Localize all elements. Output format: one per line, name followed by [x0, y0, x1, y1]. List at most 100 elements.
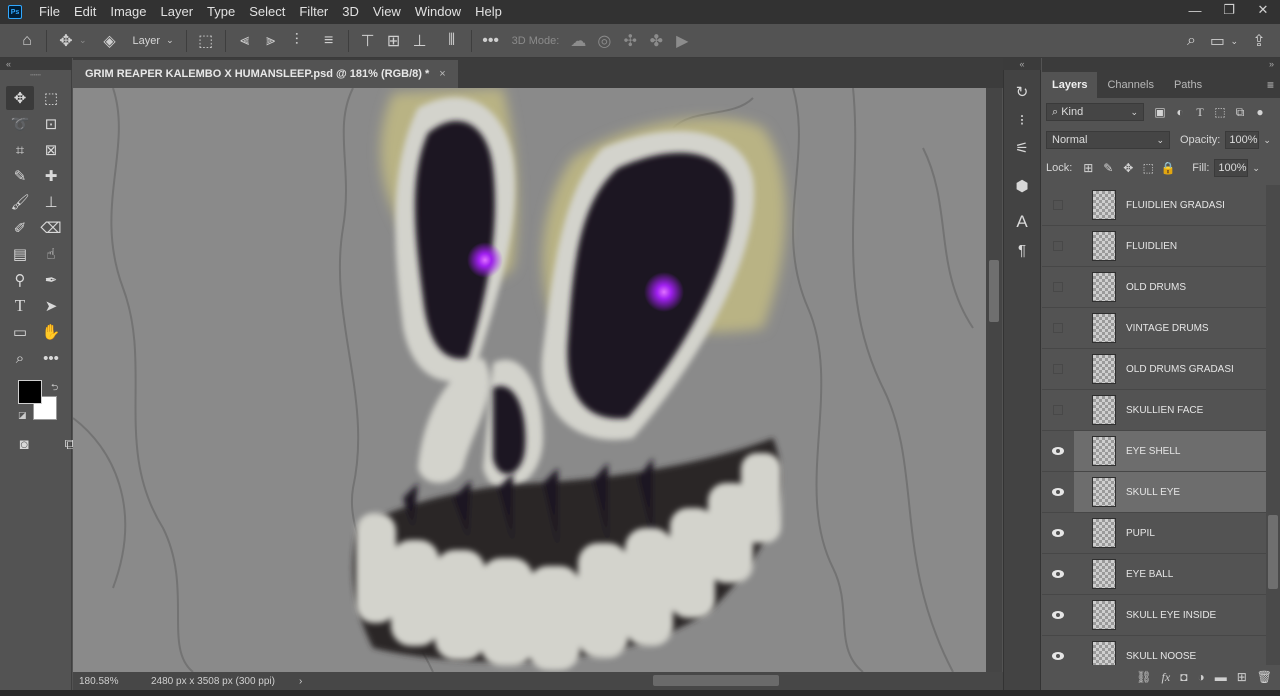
layers-scrollbar[interactable] — [1266, 185, 1280, 665]
quick-mask-icon[interactable]: ◙ — [10, 432, 38, 456]
layer-row[interactable]: OLD DRUMS GRADASI — [1042, 349, 1266, 390]
align-top-icon[interactable]: ⊤ — [355, 28, 381, 54]
restore-icon[interactable]: ❐ — [1212, 0, 1246, 20]
layer-thumbnail[interactable] — [1092, 559, 1116, 589]
layer-visibility-toggle[interactable] — [1042, 513, 1074, 554]
character-panel-icon[interactable]: A — [1004, 208, 1040, 236]
chevron-down-icon[interactable]: ⌄ — [1252, 163, 1260, 174]
3d-panel-icon[interactable]: ⬢ — [1004, 172, 1040, 200]
layer-visibility-toggle[interactable] — [1042, 390, 1074, 431]
auto-select-layers-icon[interactable]: ◈ — [97, 28, 123, 54]
layer-name[interactable]: PUPIL — [1126, 528, 1155, 539]
link-layers-icon[interactable]: ⛓ — [1136, 670, 1151, 684]
healing-brush-tool-icon[interactable]: ✚ — [37, 164, 65, 188]
layer-visibility-toggle[interactable] — [1042, 472, 1074, 513]
zoom-level[interactable]: 180.58% — [79, 676, 143, 687]
align-vertical-center-icon[interactable]: ⊞ — [381, 28, 407, 54]
menu-view[interactable]: View — [366, 0, 408, 24]
layer-name[interactable]: SKULLIEN FACE — [1126, 405, 1203, 416]
share-icon[interactable]: ⇪ — [1246, 28, 1272, 54]
layer-style-icon[interactable]: fx — [1162, 670, 1171, 685]
foreground-color-swatch[interactable] — [18, 380, 42, 404]
align-right-icon[interactable]: ⫶ — [284, 28, 310, 54]
layer-thumbnail[interactable] — [1092, 600, 1116, 630]
lasso-tool-icon[interactable]: ➰ — [6, 112, 34, 136]
tab-paths[interactable]: Paths — [1164, 72, 1212, 98]
adjustments-panel-icon[interactable]: ⚟ — [1004, 134, 1040, 162]
layer-row[interactable]: PUPIL — [1042, 513, 1266, 554]
layer-row[interactable]: FLUIDLIEN — [1042, 226, 1266, 267]
chevron-down-icon[interactable]: ⌄ — [1263, 135, 1271, 146]
layer-name[interactable]: OLD DRUMS GRADASI — [1126, 364, 1234, 375]
menu-window[interactable]: Window — [408, 0, 468, 24]
zoom-tool-icon[interactable]: ⌕ — [6, 346, 34, 370]
dodge-tool-icon[interactable]: ⚲ — [6, 268, 34, 292]
distribute-horizontal-icon[interactable]: ⦀ — [439, 28, 465, 54]
search-icon[interactable]: ⌕ — [1178, 28, 1204, 54]
layer-row[interactable]: FLUIDLIEN GRADASI — [1042, 185, 1266, 226]
layer-row[interactable]: EYE SHELL — [1042, 431, 1266, 472]
layer-body[interactable]: EYE SHELL — [1074, 431, 1266, 471]
layer-name[interactable]: SKULL NOOSE — [1126, 651, 1196, 662]
eyedropper-tool-icon[interactable]: ✎ — [6, 164, 34, 188]
layer-visibility-toggle[interactable] — [1042, 554, 1074, 595]
filter-type-icon[interactable]: T — [1190, 105, 1210, 120]
default-colors-icon[interactable]: ◪ — [18, 410, 27, 421]
type-tool-icon[interactable]: T — [6, 294, 34, 318]
layer-thumbnail[interactable] — [1092, 231, 1116, 261]
new-group-icon[interactable]: ▬ — [1215, 670, 1227, 684]
object-selection-tool-icon[interactable]: ⊡ — [37, 112, 65, 136]
transform-controls-icon[interactable]: ⬚ — [193, 28, 219, 54]
layer-body[interactable]: PUPIL — [1074, 513, 1266, 553]
panel-menu-icon[interactable]: ≡ — [1267, 78, 1274, 92]
brush-settings-icon[interactable]: ⁝ — [1004, 106, 1040, 134]
menu-help[interactable]: Help — [468, 0, 509, 24]
layer-body[interactable]: SKULLIEN FACE — [1074, 390, 1266, 430]
filter-kind-dropdown[interactable]: ⌕ Kind ⌄ — [1046, 103, 1144, 121]
more-tools-icon[interactable]: ••• — [37, 346, 65, 370]
layer-visibility-toggle[interactable] — [1042, 595, 1074, 636]
layer-thumbnail[interactable] — [1092, 354, 1116, 384]
canvas-vertical-scroll-thumb[interactable] — [989, 260, 999, 322]
layer-thumbnail[interactable] — [1092, 641, 1116, 665]
align-left-icon[interactable]: ⫷ — [232, 28, 258, 54]
layer-thumbnail[interactable] — [1092, 190, 1116, 220]
eraser-tool-icon[interactable]: ⌫ — [37, 216, 65, 240]
swap-colors-icon[interactable]: ⮌ — [51, 380, 58, 396]
layer-body[interactable]: OLD DRUMS GRADASI — [1074, 349, 1266, 389]
align-bottom-icon[interactable]: ⊥ — [407, 28, 433, 54]
path-selection-tool-icon[interactable]: ➤ — [37, 294, 65, 318]
new-adjustment-layer-icon[interactable]: ◑ — [1197, 670, 1204, 684]
layer-visibility-toggle[interactable] — [1042, 226, 1074, 267]
layer-name[interactable]: SKULL EYE — [1126, 487, 1180, 498]
more-options-icon[interactable]: ••• — [478, 28, 504, 54]
menu-type[interactable]: Type — [200, 0, 242, 24]
distribute-vertical-icon[interactable]: ≡ — [316, 28, 342, 54]
new-layer-icon[interactable]: ⊞ — [1237, 670, 1247, 684]
layer-row[interactable]: OLD DRUMS — [1042, 267, 1266, 308]
history-brush-tool-icon[interactable]: ✐ — [6, 216, 34, 240]
layer-body[interactable]: FLUIDLIEN GRADASI — [1074, 185, 1266, 225]
lock-position-icon[interactable]: ✥ — [1118, 161, 1138, 175]
layer-thumbnail[interactable] — [1092, 436, 1116, 466]
layer-thumbnail[interactable] — [1092, 477, 1116, 507]
layer-name[interactable]: FLUIDLIEN GRADASI — [1126, 200, 1225, 211]
layer-body[interactable]: SKULL EYE — [1074, 472, 1266, 512]
layer-body[interactable]: EYE BALL — [1074, 554, 1266, 594]
menu-edit[interactable]: Edit — [67, 0, 103, 24]
filter-smart-object-icon[interactable]: ⧉ — [1230, 105, 1250, 120]
layer-name[interactable]: SKULL EYE INSIDE — [1126, 610, 1216, 621]
toolbar-collapse-icon[interactable]: « — [0, 58, 72, 70]
layer-thumbnail[interactable] — [1092, 272, 1116, 302]
chevron-down-icon[interactable]: ⌄ — [79, 35, 87, 46]
add-mask-icon[interactable]: ◘ — [1180, 670, 1187, 684]
menu-layer[interactable]: Layer — [154, 0, 201, 24]
canvas-horizontal-scroll-thumb[interactable] — [653, 675, 779, 686]
frame-tool-icon[interactable]: ⊠ — [37, 138, 65, 162]
layer-name[interactable]: EYE BALL — [1126, 569, 1173, 580]
opacity-input[interactable]: 100% — [1225, 131, 1260, 149]
3d-camera-icon[interactable]: ▶ — [669, 28, 695, 54]
delete-layer-icon[interactable]: 🗑 — [1257, 670, 1272, 684]
crop-tool-icon[interactable]: ⌗ — [6, 138, 34, 162]
layer-thumbnail[interactable] — [1092, 395, 1116, 425]
